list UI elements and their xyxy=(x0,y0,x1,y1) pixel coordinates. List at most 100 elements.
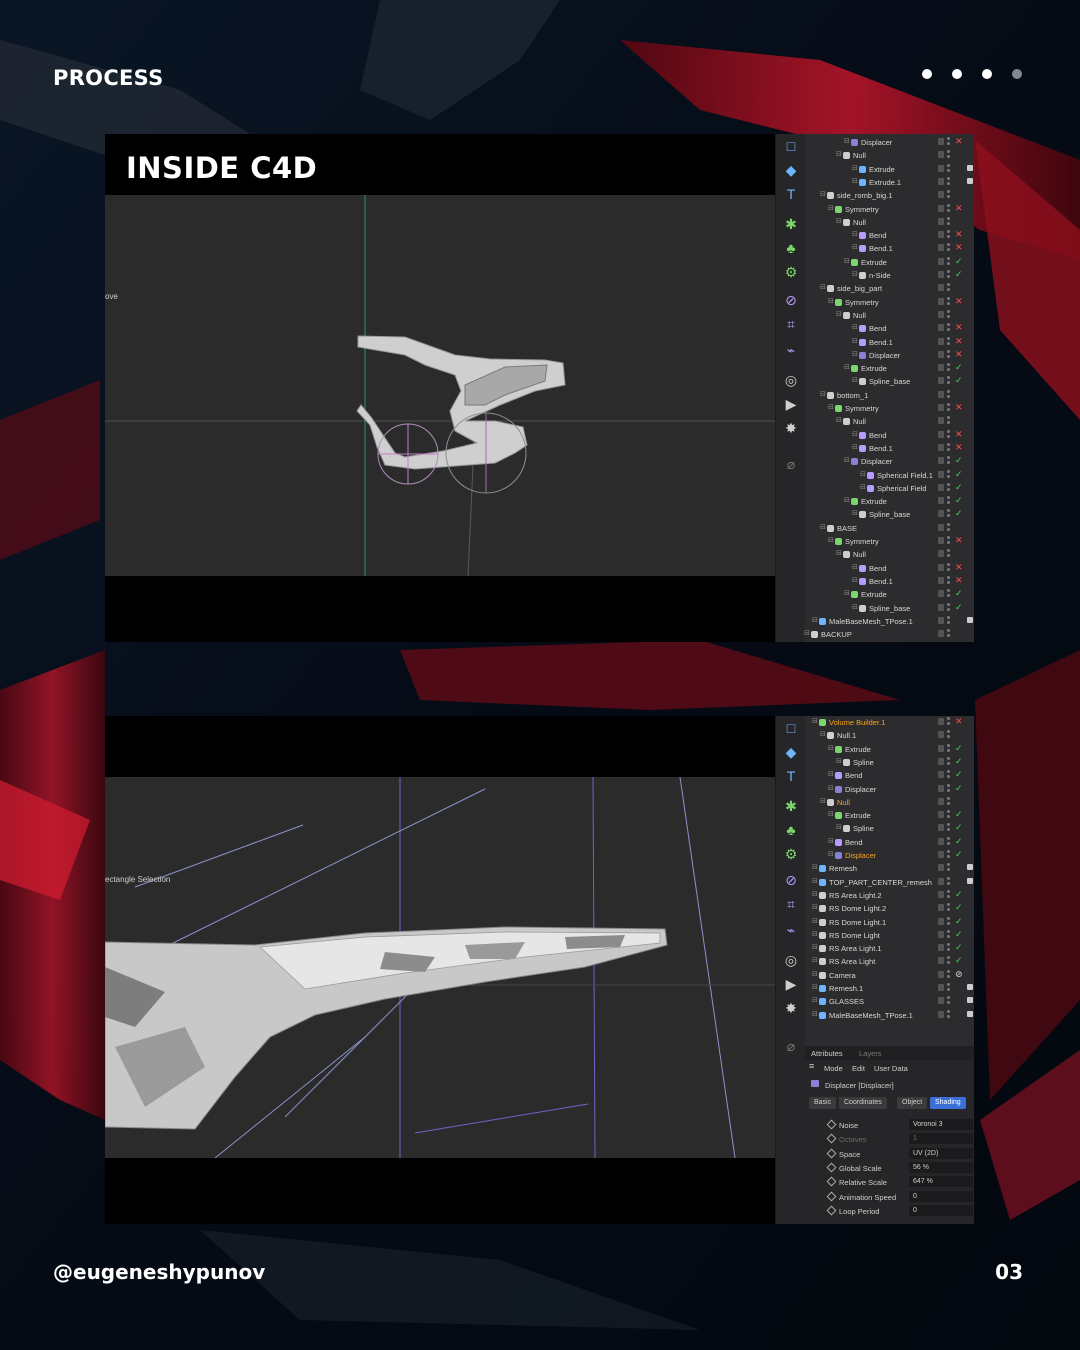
visibility-dots-icon[interactable] xyxy=(947,389,950,400)
layer-icon[interactable] xyxy=(938,757,944,765)
expand-toggle-icon[interactable]: ⊟ xyxy=(844,257,850,265)
visibility-dots-icon[interactable] xyxy=(947,943,950,953)
tree-row[interactable]: ⊟ BASE xyxy=(805,522,974,535)
visibility-dots-icon[interactable] xyxy=(947,416,950,426)
visibility-dots-icon[interactable] xyxy=(947,575,950,586)
expand-toggle-icon[interactable]: ⊟ xyxy=(852,603,858,611)
disabled-x-icon[interactable]: ✕ xyxy=(955,402,963,413)
tree-row[interactable]: ⊟ GLASSES xyxy=(805,995,974,1008)
visibility-dots-icon[interactable] xyxy=(947,562,950,573)
expand-toggle-icon[interactable]: ⊟ xyxy=(852,177,858,185)
disabled-x-icon[interactable]: ✕ xyxy=(955,203,963,214)
expand-toggle-icon[interactable]: ⊟ xyxy=(828,770,834,778)
tree-row[interactable]: ⊟ MaleBaseMesh_TPose.1 xyxy=(805,1009,974,1022)
tree-row[interactable]: ⊟ Spline ✓ xyxy=(805,822,974,835)
layer-icon[interactable] xyxy=(938,483,944,491)
tree-row[interactable]: ⊟ Bend ✕ xyxy=(805,429,974,442)
tree-row[interactable]: ⊟ Extrude xyxy=(805,163,974,176)
layer-icon[interactable] xyxy=(938,537,944,544)
light-icon[interactable]: ✸ xyxy=(780,998,802,1018)
layer-icon[interactable] xyxy=(938,890,944,898)
subtab-object[interactable]: Object xyxy=(897,1097,928,1109)
expand-toggle-icon[interactable]: ⊟ xyxy=(820,797,826,805)
enabled-check-icon[interactable]: ✓ xyxy=(955,455,963,466)
layer-icon[interactable] xyxy=(938,523,944,531)
expand-toggle-icon[interactable]: ⊟ xyxy=(860,483,866,491)
expand-toggle-icon[interactable]: ⊟ xyxy=(836,757,842,765)
tree-row[interactable]: ⊟ Displacer ✕ xyxy=(805,136,974,149)
expand-toggle-icon[interactable]: ⊟ xyxy=(844,496,850,504)
enabled-check-icon[interactable]: ✓ xyxy=(955,836,963,847)
enabled-check-icon[interactable]: ✓ xyxy=(955,889,963,900)
expand-toggle-icon[interactable]: ⊟ xyxy=(844,456,850,464)
material-tag-icon[interactable] xyxy=(967,616,973,623)
tree-row[interactable]: ⊟ Bend ✓ xyxy=(805,836,974,849)
viewport-1[interactable]: ove xyxy=(105,195,775,576)
light-icon[interactable]: ✸ xyxy=(780,418,802,438)
material-tag-icon[interactable] xyxy=(967,164,973,171)
cloner-icon[interactable]: ♣ xyxy=(780,820,802,840)
disabled-x-icon[interactable]: ✕ xyxy=(955,229,963,240)
visibility-dots-icon[interactable] xyxy=(947,996,950,1006)
layer-icon[interactable] xyxy=(938,324,944,332)
spline-icon[interactable]: ⌁ xyxy=(780,340,802,360)
expand-toggle-icon[interactable]: ⊟ xyxy=(828,536,834,544)
visibility-dots-icon[interactable] xyxy=(947,256,950,267)
property-value-field[interactable]: Voronoi 3 xyxy=(909,1119,973,1130)
layer-icon[interactable] xyxy=(938,470,944,478)
text-icon[interactable]: T xyxy=(780,766,802,786)
expand-toggle-icon[interactable]: ⊟ xyxy=(852,443,858,451)
property-value-field[interactable]: 647 % xyxy=(909,1176,973,1188)
off-icon[interactable]: ⊘ xyxy=(955,969,963,980)
tree-row[interactable]: ⊟ Camera ⊘ xyxy=(805,969,974,982)
visibility-dots-icon[interactable] xyxy=(947,442,950,453)
visibility-dots-icon[interactable] xyxy=(947,363,950,373)
expand-toggle-icon[interactable]: ⊟ xyxy=(852,243,858,251)
keyframe-diamond-icon[interactable] xyxy=(826,1205,837,1216)
disabled-x-icon[interactable]: ✕ xyxy=(955,562,963,573)
layer-icon[interactable] xyxy=(938,576,944,584)
tree-row[interactable]: ⊟ Volume Builder.1 ✕ xyxy=(805,716,974,729)
layer-icon[interactable] xyxy=(938,784,944,792)
primitive-icon[interactable]: ◆ xyxy=(780,160,802,180)
visibility-dots-icon[interactable] xyxy=(947,270,950,280)
subtab-shading[interactable]: Shading xyxy=(930,1097,966,1109)
tree-row[interactable]: ⊟ Null xyxy=(805,149,974,162)
generator-icon[interactable]: ✱ xyxy=(780,214,802,234)
layer-icon[interactable] xyxy=(938,271,944,278)
subtab-basic[interactable]: Basic xyxy=(809,1097,837,1109)
expand-toggle-icon[interactable]: ⊟ xyxy=(852,230,858,238)
visibility-dots-icon[interactable] xyxy=(947,783,950,794)
layer-icon[interactable] xyxy=(938,718,944,725)
expand-toggle-icon[interactable]: ⊟ xyxy=(844,363,850,371)
subtab-coordinates[interactable]: Coordinates xyxy=(839,1097,887,1109)
expand-toggle-icon[interactable]: ⊟ xyxy=(812,863,818,871)
expand-toggle-icon[interactable]: ⊟ xyxy=(852,164,858,172)
layer-icon[interactable] xyxy=(938,837,944,845)
cube-icon[interactable]: □ xyxy=(780,136,802,156)
layer-icon[interactable] xyxy=(938,217,944,225)
menu-user-data[interactable]: User Data xyxy=(874,1064,908,1073)
expand-toggle-icon[interactable]: ⊟ xyxy=(828,403,834,411)
expand-toggle-icon[interactable]: ⊟ xyxy=(852,509,858,517)
expand-toggle-icon[interactable]: ⊟ xyxy=(812,943,818,951)
enabled-check-icon[interactable]: ✓ xyxy=(955,756,963,767)
visibility-dots-icon[interactable] xyxy=(947,469,950,480)
visibility-dots-icon[interactable] xyxy=(947,336,950,347)
text-icon[interactable]: T xyxy=(780,184,802,204)
tree-row[interactable]: ⊟ Symmetry ✕ xyxy=(805,535,974,548)
tree-row[interactable]: ⊟ Null xyxy=(805,415,974,428)
expand-toggle-icon[interactable]: ⊟ xyxy=(820,190,826,198)
expand-toggle-icon[interactable]: ⊟ xyxy=(812,970,818,978)
layer-icon[interactable] xyxy=(938,377,944,385)
enabled-check-icon[interactable]: ✓ xyxy=(955,783,963,794)
expand-toggle-icon[interactable]: ⊟ xyxy=(820,730,826,738)
visibility-dots-icon[interactable] xyxy=(947,176,950,187)
enabled-check-icon[interactable]: ✓ xyxy=(955,769,963,780)
enabled-check-icon[interactable]: ✓ xyxy=(955,588,963,599)
layer-icon[interactable] xyxy=(938,138,944,145)
enabled-check-icon[interactable]: ✓ xyxy=(955,942,963,953)
tree-row[interactable]: ⊟ Spherical Field.1 ✓ xyxy=(805,469,974,482)
deformer-icon[interactable]: ⊘ xyxy=(780,290,802,310)
expand-toggle-icon[interactable]: ⊟ xyxy=(820,283,826,291)
